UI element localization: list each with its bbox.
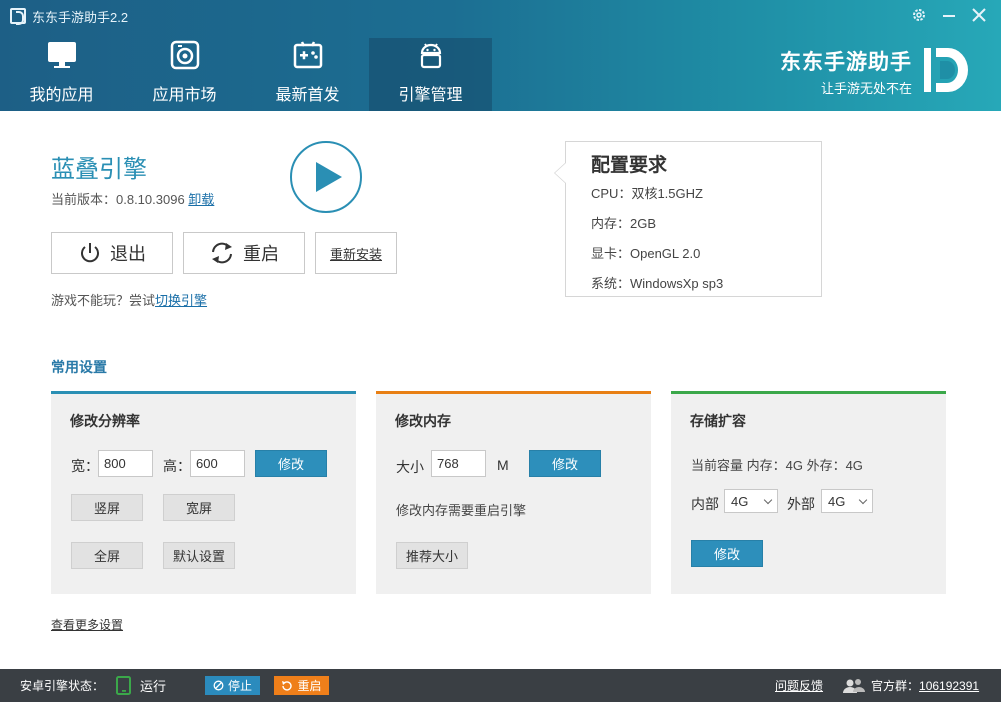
hint-prefix: 游戏不能玩？尝试: [51, 293, 156, 308]
internal-storage-label: 内部: [691, 496, 719, 512]
memory-apply-button[interactable]: 修改: [529, 450, 601, 477]
fullscreen-button[interactable]: 全屏: [71, 542, 143, 569]
gamepad-icon: [291, 38, 325, 71]
restart-label: 重启: [243, 244, 279, 264]
engine-status-label: 安卓引擎状态：: [20, 679, 105, 693]
tab-my-apps-label: 我的应用: [29, 87, 94, 104]
requirement-gpu: 显卡：OpenGL 2.0: [591, 246, 701, 261]
refresh-icon: [281, 680, 293, 692]
landscape-button[interactable]: 宽屏: [163, 494, 235, 521]
exit-label: 退出: [110, 244, 146, 264]
storage-title: 存储扩容: [690, 413, 746, 429]
width-label: 宽：: [71, 458, 99, 474]
reboot-engine-button[interactable]: 重启: [274, 676, 329, 695]
memory-unit: M: [497, 457, 509, 473]
header: 东东手游助手2.2 我的应用 应用市场 最新首发 引擎管理 东东手游助手 让手游…: [0, 0, 1001, 111]
running-label: 运行: [140, 679, 167, 694]
stop-label: 停止: [227, 679, 252, 693]
window-title: 东东手游助手2.2: [32, 9, 129, 25]
resolution-apply-button[interactable]: 修改: [255, 450, 327, 477]
resolution-title: 修改分辨率: [70, 413, 140, 429]
minimize-icon[interactable]: [936, 4, 962, 26]
feedback-link[interactable]: 问题反馈: [775, 669, 823, 702]
memory-size-label: 大小: [396, 459, 424, 475]
external-storage-select[interactable]: 4G: [821, 489, 873, 513]
engine-running-status: 运行: [114, 669, 166, 702]
storage-panel: 存储扩容 当前容量 内存：4G 外存：4G 内部 4G 外部 4G 修改: [671, 391, 946, 594]
group-number-link[interactable]: 106192391: [919, 679, 979, 693]
brand-logo-icon: [920, 42, 972, 98]
external-storage-value: 4G: [828, 493, 846, 509]
memory-title: 修改内存: [395, 413, 451, 429]
reinstall-button[interactable]: 重新安装: [315, 232, 397, 274]
reinstall-label: 重新安装: [329, 246, 382, 262]
main-nav: 我的应用 应用市场 最新首发 引擎管理: [0, 38, 492, 111]
power-icon: [78, 241, 102, 265]
exit-button[interactable]: 退出: [51, 232, 173, 274]
official-group: 官方群： 106192391: [843, 669, 979, 702]
height-label: 高：: [163, 458, 191, 474]
tab-app-market[interactable]: 应用市场: [123, 38, 246, 111]
version-line: 当前版本：0.8.10.3096 卸载: [51, 189, 214, 208]
refresh-icon: [209, 241, 235, 265]
chevron-down-icon: [763, 495, 773, 505]
requirement-os: 系统：WindowsXp sp3: [591, 276, 724, 291]
reboot-label: 重启: [297, 679, 322, 693]
engine-name: 蓝叠引擎: [51, 156, 147, 183]
switch-engine-hint: 游戏不能玩？尝试切换引擎: [51, 290, 207, 309]
memory-size-input[interactable]: [431, 450, 486, 477]
start-engine-button[interactable]: [290, 141, 362, 213]
stop-icon: [213, 680, 224, 691]
portrait-button[interactable]: 竖屏: [71, 494, 143, 521]
group-icon: [843, 678, 865, 694]
switch-engine-link[interactable]: 切换引擎: [155, 293, 207, 308]
memory-panel: 修改内存 大小 M 修改 修改内存需要重启引擎 推荐大小: [376, 391, 651, 594]
version-label: 当前版本：0.8.10.3096: [51, 192, 189, 207]
tab-new-releases-label: 最新首发: [275, 87, 340, 104]
tab-new-releases[interactable]: 最新首发: [246, 38, 369, 111]
brand-name: 东东手游助手: [780, 51, 912, 74]
requirements-callout: 配置要求 CPU：双核1.5GHZ 内存：2GB 显卡：OpenGL 2.0 系…: [554, 141, 822, 297]
common-settings-title: 常用设置: [51, 359, 107, 375]
close-icon[interactable]: [966, 4, 992, 26]
default-settings-button[interactable]: 默认设置: [163, 542, 235, 569]
tab-engine-management[interactable]: 引擎管理: [369, 38, 492, 111]
width-input[interactable]: [98, 450, 153, 477]
more-settings-link[interactable]: 查看更多设置: [51, 616, 123, 633]
tab-app-market-label: 应用市场: [152, 87, 217, 104]
monitor-icon: [45, 38, 79, 71]
storage-apply-button[interactable]: 修改: [691, 540, 763, 567]
app-logo-icon: [10, 8, 26, 25]
android-icon: [414, 38, 448, 71]
internal-storage-value: 4G: [731, 493, 749, 509]
tab-engine-management-label: 引擎管理: [398, 87, 463, 104]
brand: 东东手游助手 让手游无处不在: [766, 46, 912, 97]
chevron-down-icon: [858, 495, 868, 505]
tab-my-apps[interactable]: 我的应用: [0, 38, 123, 111]
phone-icon: [114, 675, 134, 696]
gear-icon[interactable]: [906, 4, 932, 26]
brand-slogan: 让手游无处不在: [820, 81, 912, 96]
stop-engine-button[interactable]: 停止: [205, 676, 260, 695]
internal-storage-select[interactable]: 4G: [724, 489, 778, 513]
memory-restart-note: 修改内存需要重启引擎: [396, 503, 527, 518]
recommended-size-button[interactable]: 推荐大小: [396, 542, 468, 569]
restart-button[interactable]: 重启: [183, 232, 305, 274]
uninstall-link[interactable]: 卸载: [188, 192, 214, 207]
height-input[interactable]: [190, 450, 245, 477]
play-icon: [308, 160, 344, 194]
requirement-cpu: CPU：双核1.5GHZ: [591, 186, 703, 201]
requirements-title: 配置要求: [591, 155, 668, 176]
external-storage-label: 外部: [787, 496, 815, 512]
group-label: 官方群：: [871, 679, 920, 693]
window-title-bar: 东东手游助手2.2: [10, 6, 128, 26]
current-capacity: 当前容量 内存：4G 外存：4G: [691, 458, 863, 473]
requirement-memory: 内存：2GB: [591, 216, 657, 231]
store-camera-icon: [168, 38, 202, 71]
resolution-panel: 修改分辨率 宽： 高： 修改 竖屏 宽屏 全屏 默认设置: [51, 391, 356, 594]
status-bar: 安卓引擎状态： 运行 停止 重启 问题反馈 官方群： 106192391: [0, 669, 1001, 702]
